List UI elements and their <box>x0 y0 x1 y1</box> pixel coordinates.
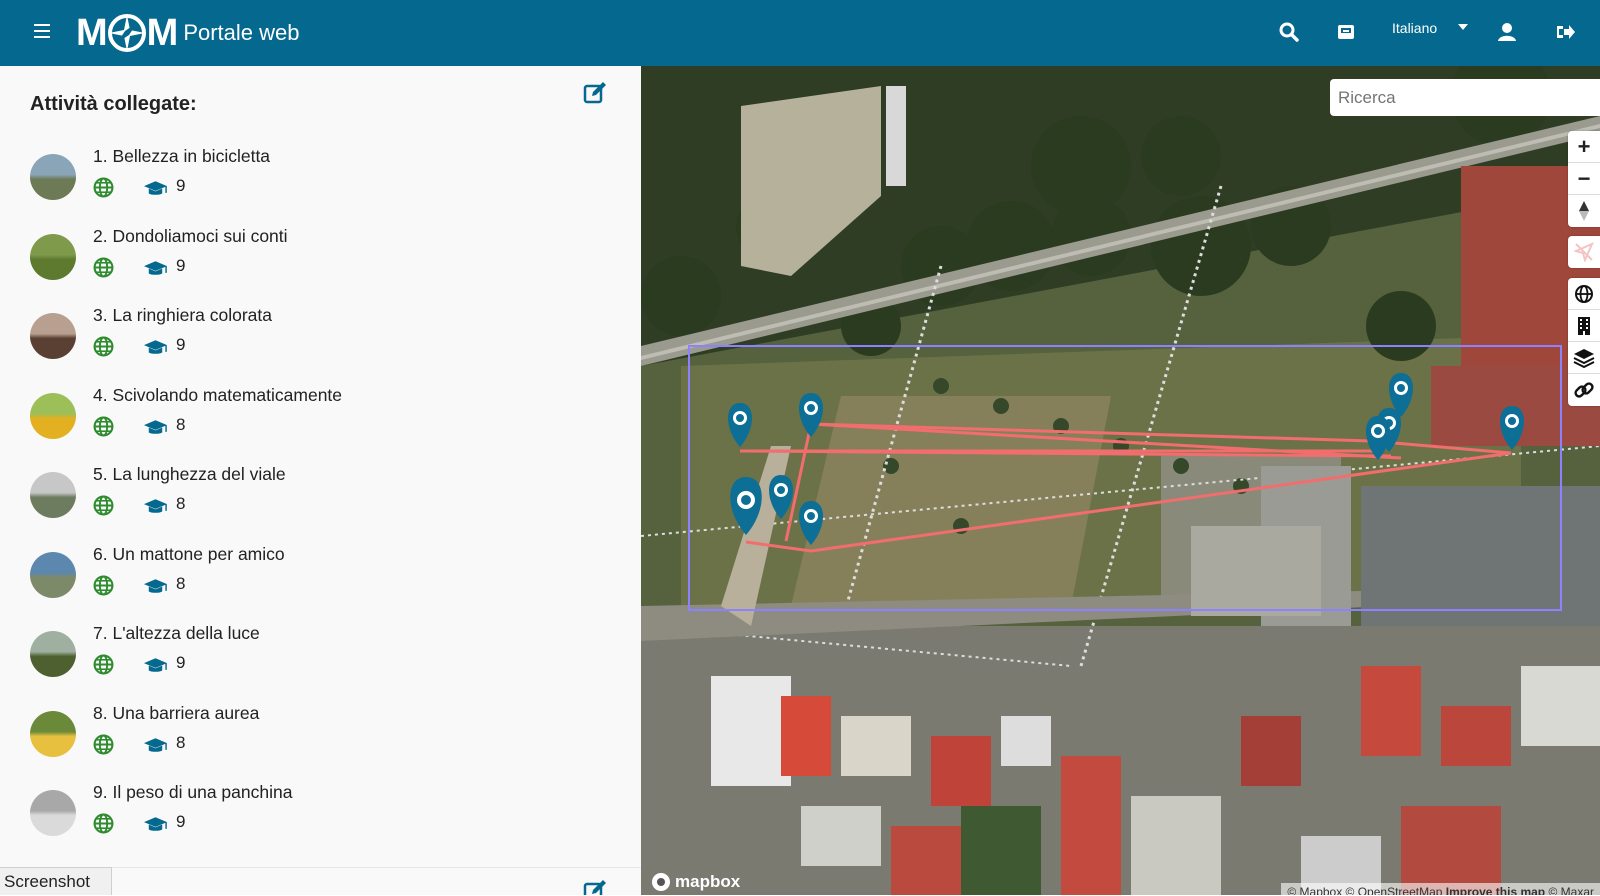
activity-item[interactable]: 8. Una barriera aurea 8 <box>30 701 590 773</box>
chevron-down-icon[interactable] <box>1458 24 1468 30</box>
activity-thumbnail <box>30 790 76 836</box>
globe-icon <box>93 336 114 357</box>
building-icon <box>1578 316 1590 335</box>
grade-count: 9 <box>176 176 186 195</box>
globe-icon <box>93 575 114 595</box>
grade-count: 9 <box>176 653 186 672</box>
grade-count: 8 <box>176 414 186 434</box>
globe-icon <box>93 654 114 675</box>
activity-name: 2. Dondoliamoci sui conti <box>93 225 288 246</box>
graduation-cap-icon <box>143 737 168 752</box>
map-attribution: © Mapbox © OpenStreetMap Improve this ma… <box>1281 883 1600 895</box>
activity-item[interactable]: 2. Dondoliamoci sui conti 9 <box>30 224 590 296</box>
app-title: Portale web <box>183 20 300 45</box>
globe-icon <box>1575 284 1593 303</box>
activity-name: 6. Un mattone per amico <box>93 543 285 564</box>
activity-item[interactable]: 7. L'altezza della luce 9 <box>30 621 590 693</box>
globe-icon <box>93 416 114 436</box>
activity-thumbnail <box>30 313 76 359</box>
mapbox-label: mapbox <box>675 872 741 891</box>
inbox-icon[interactable] <box>1334 20 1358 44</box>
panel-title: Attività collegate: <box>30 93 197 115</box>
activity-name: 4. Scivolando matematicamente <box>93 384 343 405</box>
graduation-cap-icon <box>143 499 168 513</box>
activity-thumbnail <box>30 233 76 280</box>
activity-thumbnail <box>30 472 76 518</box>
satellite-map[interactable] <box>641 66 1600 895</box>
geolocate-control <box>1568 236 1600 268</box>
grade-count: 8 <box>176 573 186 593</box>
user-icon[interactable] <box>1495 20 1519 44</box>
grade-count: 9 <box>176 812 186 831</box>
zoom-out-button[interactable]: − <box>1568 163 1600 195</box>
screenshot-tag[interactable]: Screenshot <box>0 867 112 895</box>
app-logo[interactable]: M M Portale web <box>76 6 300 60</box>
activity-item[interactable]: 6. Un mattone per amico 8 <box>30 542 590 614</box>
mapbox-logo[interactable]: mapbox <box>651 872 740 892</box>
logout-icon[interactable] <box>1553 20 1577 44</box>
activity-item[interactable]: 3. La ringhiera colorata 9 <box>30 303 590 375</box>
edit-icon[interactable] <box>582 878 608 895</box>
north-arrow-icon <box>1579 201 1589 221</box>
activity-name: 8. Una barriera aurea <box>93 702 260 723</box>
search-icon[interactable] <box>1277 20 1301 44</box>
globe-icon <box>93 734 114 754</box>
grade-count: 9 <box>176 255 186 275</box>
language-selector[interactable]: Italiano <box>1392 20 1437 36</box>
zoom-controls: + − <box>1568 131 1600 227</box>
activity-thumbnail <box>30 551 76 598</box>
graduation-cap-icon <box>143 817 168 831</box>
activity-item[interactable]: 9. Il peso di una panchina 9 <box>30 780 590 852</box>
linked-activities-panel: Attività collegate: 1. Bellezza in bicic… <box>0 66 642 895</box>
link-button[interactable] <box>1568 374 1600 406</box>
graduation-cap-icon <box>143 658 168 672</box>
activity-name: 1. Bellezza in bicicletta <box>93 146 271 166</box>
mapbox-icon <box>652 873 670 891</box>
activity-thumbnail <box>30 631 76 677</box>
activity-thumbnail <box>30 154 76 200</box>
globe-view-button[interactable] <box>1568 278 1600 310</box>
grade-count: 9 <box>176 335 186 354</box>
attribution-suffix: © Maxar <box>1545 885 1594 895</box>
activity-item[interactable]: 5. La lunghezza del viale 8 <box>30 462 590 534</box>
layers-button[interactable] <box>1568 342 1600 374</box>
graduation-cap-icon <box>143 578 168 593</box>
activity-name: 9. Il peso di una panchina <box>93 782 293 802</box>
graduation-cap-icon <box>143 340 168 354</box>
globe-icon <box>93 495 114 516</box>
activity-thumbnail <box>30 392 76 439</box>
improve-map-link[interactable]: Improve this map <box>1446 885 1545 895</box>
graduation-cap-icon <box>143 419 168 434</box>
compass-button[interactable] <box>1568 195 1600 227</box>
edit-icon[interactable] <box>582 80 608 106</box>
link-icon <box>1574 382 1594 398</box>
graduation-cap-icon <box>143 181 168 195</box>
map-search-input[interactable] <box>1330 79 1600 116</box>
activity-thumbnail <box>30 710 76 757</box>
buildings-button[interactable] <box>1568 310 1600 342</box>
activity-name: 3. La ringhiera colorata <box>93 305 272 325</box>
grade-count: 8 <box>176 494 186 513</box>
globe-icon <box>93 177 114 198</box>
hamburger-icon[interactable] <box>34 24 50 38</box>
zoom-in-button[interactable]: + <box>1568 131 1600 163</box>
activity-name: 7. L'altezza della luce <box>93 623 260 643</box>
map-view[interactable]: + − mapbox © Mapbox © OpenStreetMap Impr… <box>641 66 1600 895</box>
layer-controls <box>1568 278 1600 406</box>
attribution-prefix: © Mapbox © OpenStreetMap <box>1287 885 1446 895</box>
globe-icon <box>93 257 114 277</box>
geolocate-button[interactable] <box>1568 236 1600 268</box>
activity-name: 5. La lunghezza del viale <box>93 464 286 484</box>
activity-item[interactable]: 1. Bellezza in bicicletta 9 <box>30 144 590 216</box>
top-navbar: M M Portale web Italiano <box>0 0 1600 66</box>
grade-count: 8 <box>176 732 186 752</box>
location-disabled-icon <box>1574 242 1594 262</box>
compass-icon <box>107 14 146 52</box>
graduation-cap-icon <box>143 260 168 275</box>
logo-mcm: M M <box>76 11 178 54</box>
layers-icon <box>1573 348 1595 368</box>
globe-icon <box>93 813 114 834</box>
activity-item[interactable]: 4. Scivolando matematicamente 8 <box>30 383 590 455</box>
